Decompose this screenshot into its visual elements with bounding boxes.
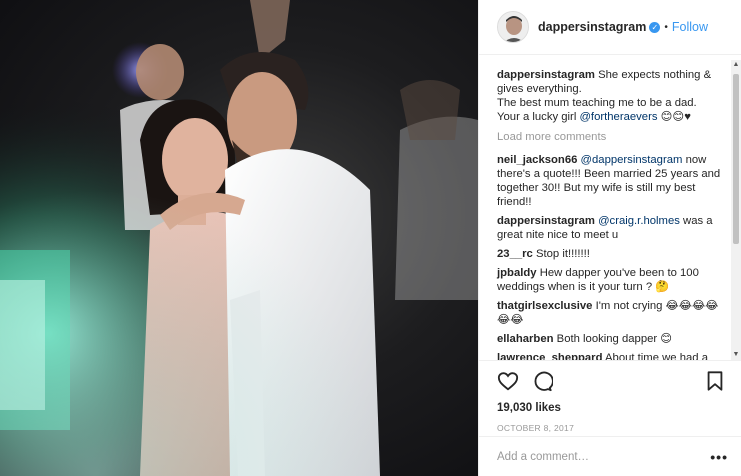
caption-mention[interactable]: @fortheraevers — [579, 111, 657, 123]
verified-badge-icon: ✓ — [649, 21, 661, 33]
comments-scrollbar[interactable]: ▲ ▼ — [731, 60, 741, 360]
heart-icon[interactable] — [497, 370, 519, 392]
load-more-comments-button[interactable]: Load more comments — [497, 130, 726, 144]
profile-avatar-icon — [498, 12, 528, 42]
comment-text: About time we had a — [605, 352, 708, 360]
list-item: thatgirlsexclusive I'm not crying 😂😂😂😂😂😂 — [497, 299, 726, 327]
action-icon-row — [497, 370, 726, 392]
caption-line2: The best mum teaching me to be a dad. — [497, 97, 697, 109]
list-item: jpbaldy Hew dapper you've been to 100 we… — [497, 266, 726, 294]
comment-username[interactable]: jpbaldy — [497, 267, 537, 279]
comment-username[interactable]: lawrence_sheppard — [497, 352, 602, 360]
scroll-down-arrow-icon[interactable]: ▼ — [731, 350, 741, 360]
comment-username[interactable]: 23__rc — [497, 248, 533, 260]
more-options-icon[interactable]: ••• — [710, 449, 728, 465]
list-item: neil_jackson66 @dappersinstagram now the… — [497, 153, 726, 209]
scroll-up-arrow-icon[interactable]: ▲ — [731, 60, 741, 70]
header-username[interactable]: dappersinstagram — [538, 20, 646, 34]
add-comment-input[interactable] — [497, 450, 711, 463]
follow-button[interactable]: Follow — [672, 20, 708, 34]
list-item: 23__rc Stop it!!!!!!! — [497, 247, 726, 261]
post-header: dappersinstagram ✓ • Follow — [479, 0, 741, 55]
wedding-couple-photo — [0, 0, 478, 476]
scroll-thumb[interactable] — [733, 74, 739, 244]
list-item: lawrence_sheppard About time we had a — [497, 351, 726, 360]
comment-icon[interactable] — [531, 370, 554, 392]
comment-text: Stop it!!!!!!! — [535, 248, 590, 260]
post-sidebar: dappersinstagram ✓ • Follow dappersinsta… — [478, 0, 741, 476]
caption-username[interactable]: dappersinstagram — [497, 69, 595, 81]
comment-mention[interactable]: @dappersinstagram — [581, 154, 683, 166]
post-actions: 19,030 likes OCTOBER 8, 2017 — [479, 360, 741, 433]
separator-dot: • — [664, 21, 668, 33]
comment-text: Both looking dapper 😊 — [556, 333, 673, 345]
comment-username[interactable]: dappersinstagram — [497, 215, 595, 227]
post-photo[interactable] — [0, 0, 478, 476]
comment-mention[interactable]: @craig.r.holmes — [598, 215, 680, 227]
caption-line3: Your a lucky girl — [497, 111, 577, 123]
post-date: OCTOBER 8, 2017 — [497, 423, 575, 433]
avatar[interactable] — [497, 11, 529, 43]
add-comment-bar: ••• — [479, 436, 741, 476]
bookmark-icon[interactable] — [704, 370, 726, 392]
comments-list[interactable]: dappersinstagram She expects nothing & g… — [479, 60, 741, 360]
list-item: ellaharben Both looking dapper 😊 — [497, 332, 726, 346]
list-item: dappersinstagram @craig.r.holmes was a g… — [497, 214, 726, 242]
caption-emoji: 😊😊♥ — [660, 111, 691, 123]
comment-username[interactable]: neil_jackson66 — [497, 154, 577, 166]
comment-username[interactable]: ellaharben — [497, 333, 554, 345]
caption: dappersinstagram She expects nothing & g… — [497, 68, 726, 124]
comment-username[interactable]: thatgirlsexclusive — [497, 300, 592, 312]
likes-count[interactable]: 19,030 likes — [497, 402, 726, 414]
